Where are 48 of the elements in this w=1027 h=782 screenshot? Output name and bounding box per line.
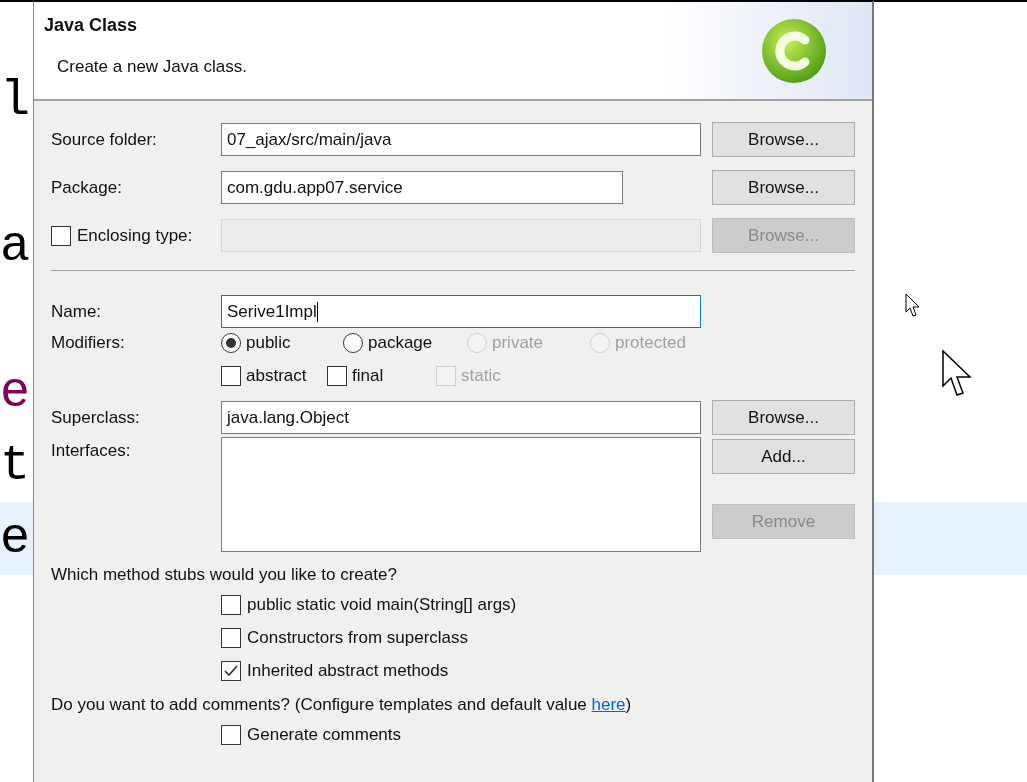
field-label: Package: [51,176,123,199]
dialog-title: Java Class [44,14,139,37]
text-caret [316,301,318,322]
field-label: Modifiers: [51,332,126,355]
checkbox[interactable] [221,725,241,745]
question-text: Which method stubs would you like to create? [51,564,398,584]
dialog-description: Create a new Java class. [56,56,247,78]
browse-button[interactable]: Browse... [712,400,855,435]
checkbox-label: Enclosing type: [77,224,193,247]
pointer-icon [905,293,921,319]
checkbox[interactable] [221,661,241,681]
checkbox[interactable] [221,366,241,386]
radio-label: package [368,332,433,355]
checkbox-label: Inherited abstract methods [247,660,449,683]
name-field[interactable]: Serive1Impl [221,295,701,328]
field-label: Source folder: [51,128,158,151]
code-text: a [0,221,30,272]
checkbox[interactable] [221,595,241,615]
text-field[interactable]: 07_ajax/src/main/java [221,123,701,156]
code-text: t [0,440,30,491]
checkbox-label: final [352,365,384,388]
field-label: Interfaces: [51,440,132,462]
radio-button[interactable] [343,333,363,353]
code-text: e [0,367,30,418]
browse-button[interactable]: Browse... [712,122,855,157]
radio-button[interactable] [221,333,241,353]
text-field[interactable]: java.lang.Object [221,401,701,434]
text-field[interactable]: com.gdu.app07.service [221,171,623,204]
question-text: Do you want to add comments? (Configure templates and default value here) [51,694,633,714]
code-text: l [0,75,30,126]
class-icon [761,18,827,86]
checkbox-label: static [461,365,501,388]
radio-label: private [492,332,544,355]
browse-button[interactable]: Add... [712,439,855,474]
help-link[interactable]: here [591,695,626,714]
field-label: Name: [51,300,103,323]
code-text: e [0,513,30,564]
checkbox[interactable] [327,366,347,386]
radio-label: protected [615,332,686,355]
checkbox[interactable] [221,628,241,648]
pointer-icon [942,350,972,398]
checkbox-label: Generate comments [247,724,401,747]
browse-button[interactable]: Browse... [712,170,855,205]
checkbox-label: abstract [246,365,307,388]
field-label: Superclass: [51,406,141,429]
checkbox-label: public static void main(String[] args) [247,594,517,617]
radio-label: public [246,332,291,355]
checkbox-label: Constructors from superclass [247,627,469,650]
